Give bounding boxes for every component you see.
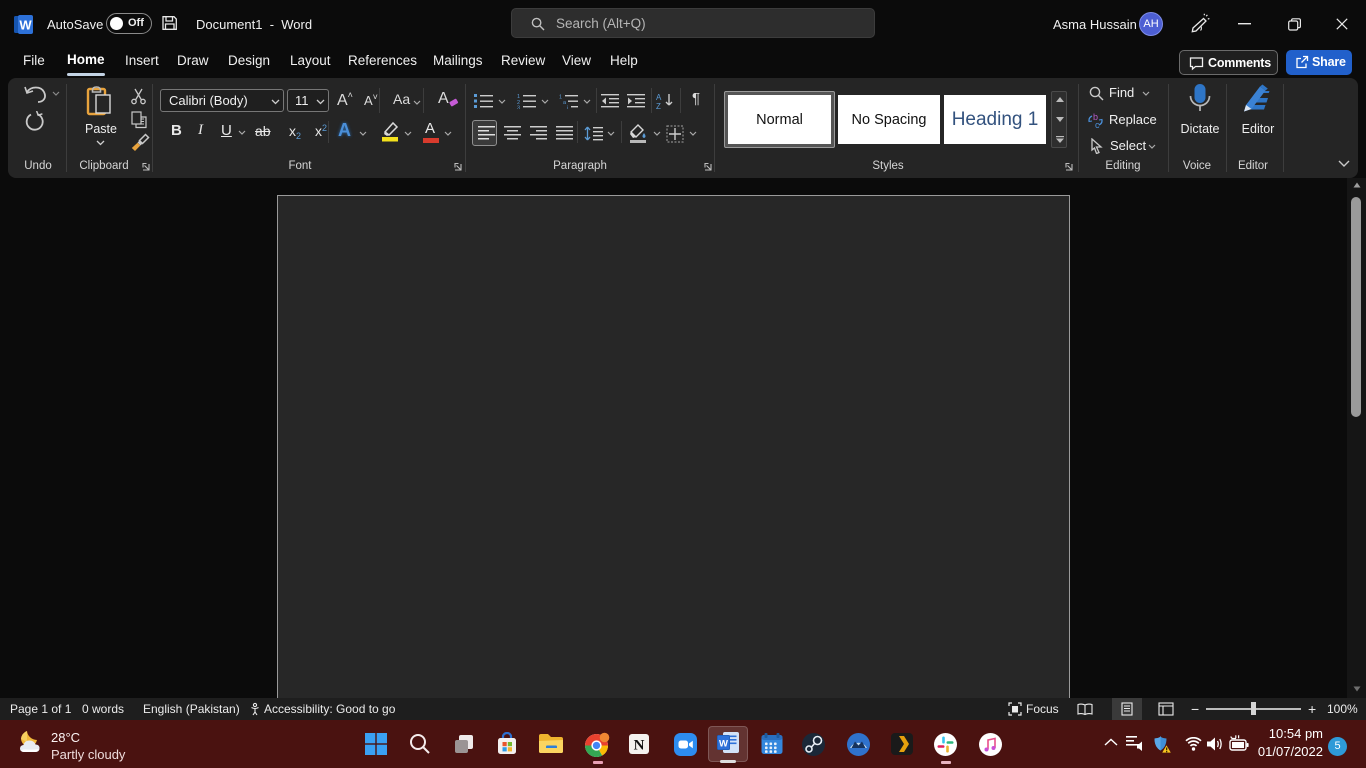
svg-text:1: 1 [559, 95, 562, 101]
svg-text:3: 3 [517, 106, 520, 110]
svg-text:A: A [656, 93, 662, 102]
svg-text:W: W [719, 739, 728, 750]
svg-text:i: i [567, 106, 568, 110]
svg-text:N: N [634, 738, 645, 754]
svg-text:Z: Z [656, 102, 661, 110]
svg-text:W: W [19, 18, 32, 33]
